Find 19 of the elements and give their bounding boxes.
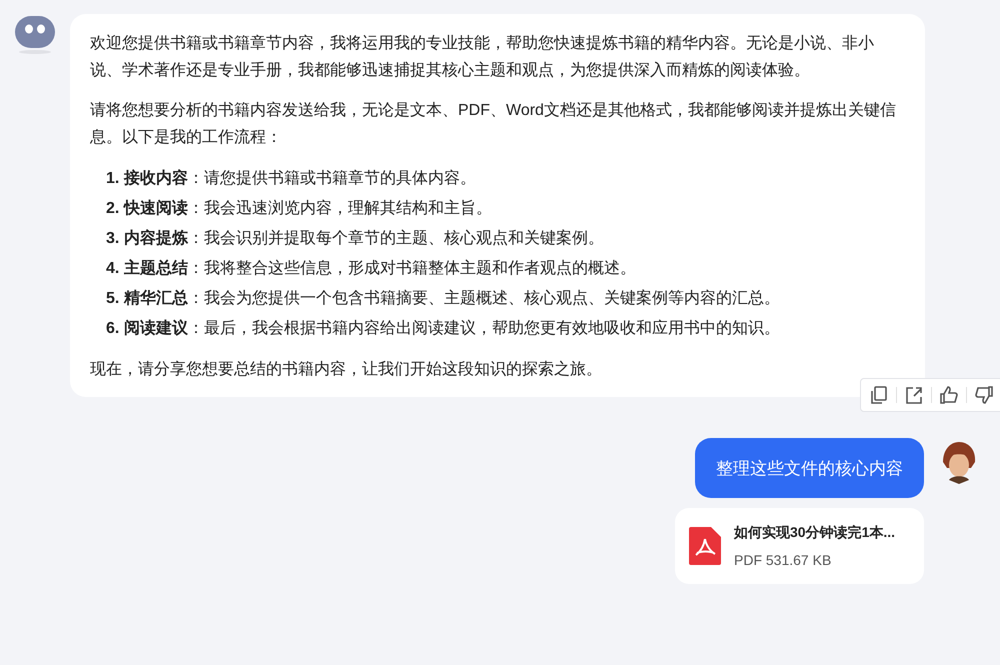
step-item: 5. 精华汇总：我会为您提供一个包含书籍摘要、主题概述、核心观点、关键案例等内容的汇总。 [106,288,781,309]
thumbs-up-icon[interactable] [939,385,959,405]
step-item: 6. 阅读建议：最后，我会根据书籍内容给出阅读建议，帮助您更有效地吸收和应用书中的知识。 [106,318,781,339]
file-name: 如何实现30分钟读完1本... [734,524,896,542]
message-paragraph: 欢迎您提供书籍或书籍章节内容，我将运用我的专业技能，帮助您快速提炼书籍的精华内容。无论是小说、非小说、学术著作还是专业手册，我都能够迅速捕捉其核心主题和观点，为您提供深入而精炼的阅读体验。 [90,34,875,81]
file-card[interactable]: 如何实现30分钟读完1本... PDF 531.67 KB [675,508,924,584]
step-item: 3. 内容提炼：我会识别并提取每个章节的主题、核心观点和关键案例。 [106,228,605,249]
user-message-bubble: 整理这些文件的核心内容 [695,438,924,498]
thumbs-down-icon[interactable] [974,385,994,405]
step-item: 2. 快速阅读：我会迅速浏览内容，理解其结构和主旨。 [106,198,493,219]
share-icon[interactable] [904,385,924,405]
file-meta: PDF 531.67 KB [734,552,832,568]
step-item: 4. 主题总结：我将整合这些信息，形成对书籍整体主题和作者观点的概述。 [106,258,637,279]
message-paragraph: 现在，请分享您想要总结的书籍内容，让我们开始这段知识的探索之旅。 [90,360,603,380]
step-item: 1. 接收内容：请您提供书籍或书籍章节的具体内容。 [106,168,477,189]
message-paragraph: 请将您想要分析的书籍内容发送给我，无论是文本、PDF、Word文档还是其他格式，我都能够阅读并提炼出关键信息。以下是我的工作流程： [90,100,897,148]
copy-icon[interactable] [869,385,889,405]
bot-avatar-icon [14,14,56,56]
pdf-file-icon [689,527,721,565]
